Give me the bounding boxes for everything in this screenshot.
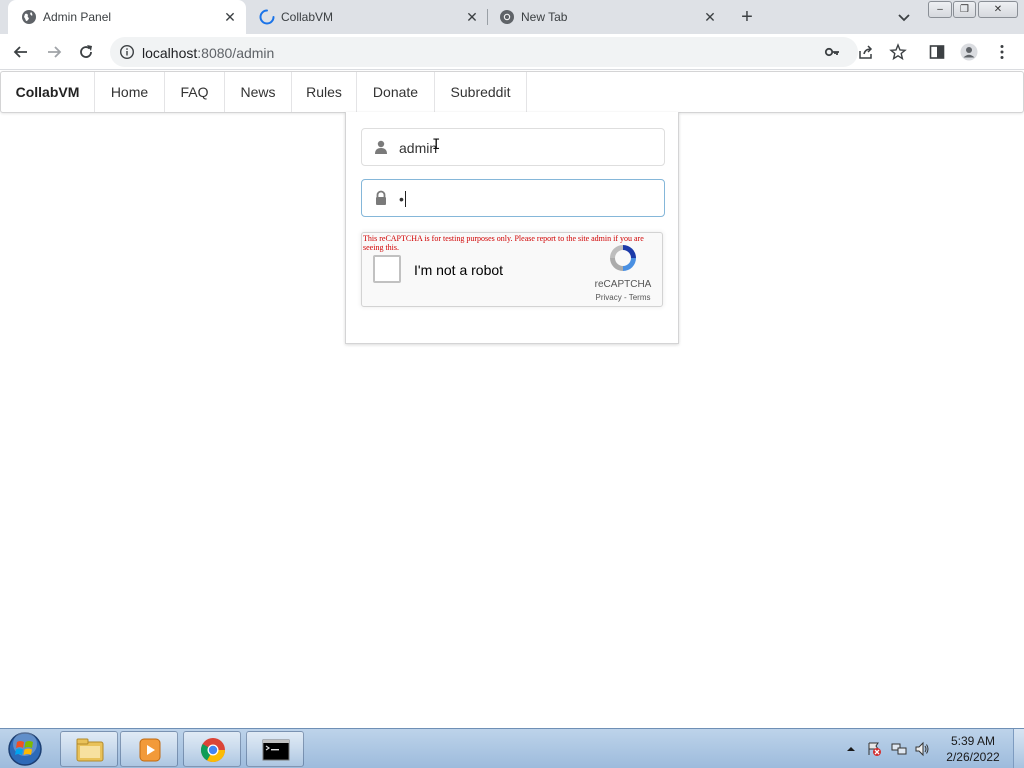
chrome-icon xyxy=(200,738,225,763)
minimize-button[interactable]: – xyxy=(928,1,952,18)
password-dots: • xyxy=(399,191,404,207)
login-form: admin I • This reCAPTCHA is for testing … xyxy=(345,112,679,344)
new-tab-button[interactable]: + xyxy=(737,7,757,27)
user-icon xyxy=(375,140,387,154)
menu-icon[interactable] xyxy=(993,43,1011,61)
close-window-button[interactable]: ✕ xyxy=(978,1,1018,18)
chevron-down-icon[interactable] xyxy=(896,9,912,25)
star-icon[interactable] xyxy=(889,43,907,61)
restore-button[interactable]: ❐ xyxy=(953,1,976,18)
network-icon[interactable] xyxy=(891,741,907,757)
taskbar-chrome-button[interactable] xyxy=(183,731,241,767)
text-caret xyxy=(404,191,406,207)
share-icon[interactable] xyxy=(857,43,875,61)
url-host: localhost xyxy=(142,45,198,61)
nav-item-rules[interactable]: Rules xyxy=(292,72,357,112)
tab-admin-panel[interactable]: Admin Panel ✕ xyxy=(8,0,246,34)
tab-close-icon[interactable]: ✕ xyxy=(222,9,238,25)
password-field[interactable]: • xyxy=(361,179,665,217)
tab-collabvm[interactable]: CollabVM ✕ xyxy=(246,0,488,34)
site-nav-menu: CollabVM Home FAQ News Rules Donate Subr… xyxy=(0,71,1024,113)
username-field[interactable]: admin I xyxy=(361,128,665,166)
reload-icon[interactable] xyxy=(77,43,95,61)
clock-date: 2/26/2022 xyxy=(946,750,1000,764)
tab-close-icon[interactable]: ✕ xyxy=(464,9,480,25)
url-path: :8080/admin xyxy=(197,45,275,61)
recaptcha-label: I'm not a robot xyxy=(414,262,504,278)
loading-spinner-icon xyxy=(259,9,275,25)
lock-icon xyxy=(376,190,386,205)
taskbar: 5:39 AM 2/26/2022 xyxy=(0,728,1024,768)
recaptcha-brand: reCAPTCHA xyxy=(594,279,652,290)
nav-brand-collabvm[interactable]: CollabVM xyxy=(1,72,95,112)
taskbar-explorer-button[interactable] xyxy=(60,731,118,767)
action-center-icon[interactable] xyxy=(866,741,882,757)
address-bar[interactable]: localhost:8080/admin xyxy=(110,37,858,67)
tab-strip: Admin Panel ✕ CollabVM ✕ New Tab ✕ + – ❐… xyxy=(0,0,1024,34)
nav-item-home[interactable]: Home xyxy=(95,72,165,112)
start-orb[interactable] xyxy=(6,731,44,767)
recaptcha-checkbox[interactable] xyxy=(373,255,401,283)
show-desktop-button[interactable] xyxy=(1013,729,1024,768)
browser-toolbar: localhost:8080/admin xyxy=(0,34,1024,70)
url-text[interactable]: localhost:8080/admin xyxy=(142,45,274,61)
site-info-icon[interactable] xyxy=(119,44,135,60)
tab-title: CollabVM xyxy=(281,10,334,24)
recaptcha-widget: This reCAPTCHA is for testing purposes o… xyxy=(361,232,663,307)
show-hidden-icons-icon[interactable] xyxy=(843,741,859,757)
recaptcha-logo-icon xyxy=(610,245,636,271)
recaptcha-privacy-terms[interactable]: Privacy - Terms xyxy=(588,293,658,302)
nav-item-news[interactable]: News xyxy=(225,72,292,112)
forward-icon[interactable] xyxy=(45,43,63,61)
clock-time: 5:39 AM xyxy=(950,734,996,748)
nav-item-faq[interactable]: FAQ xyxy=(165,72,225,112)
volume-icon[interactable] xyxy=(914,741,930,757)
taskbar-media-player-button[interactable] xyxy=(120,731,178,767)
tab-title: Admin Panel xyxy=(43,10,112,24)
tab-new-tab[interactable]: New Tab ✕ xyxy=(486,0,726,34)
explorer-icon xyxy=(76,738,104,762)
taskbar-cmd-button[interactable] xyxy=(246,731,304,767)
key-icon[interactable] xyxy=(824,44,840,60)
globe-icon xyxy=(22,10,36,24)
tab-title: New Tab xyxy=(521,10,568,24)
media-player-icon xyxy=(139,738,161,762)
back-icon[interactable] xyxy=(12,43,30,61)
taskbar-clock[interactable]: 5:39 AM 2/26/2022 xyxy=(938,733,1008,765)
password-value: • xyxy=(399,191,406,207)
side-panel-icon[interactable] xyxy=(928,43,946,61)
nav-item-subreddit[interactable]: Subreddit xyxy=(435,72,527,112)
profile-icon[interactable] xyxy=(960,43,978,61)
nav-item-donate[interactable]: Donate xyxy=(357,72,435,112)
chrome-icon xyxy=(500,10,514,24)
cmd-icon xyxy=(262,739,290,761)
text-cursor-icon: I xyxy=(432,137,441,153)
tab-close-icon[interactable]: ✕ xyxy=(702,9,718,25)
